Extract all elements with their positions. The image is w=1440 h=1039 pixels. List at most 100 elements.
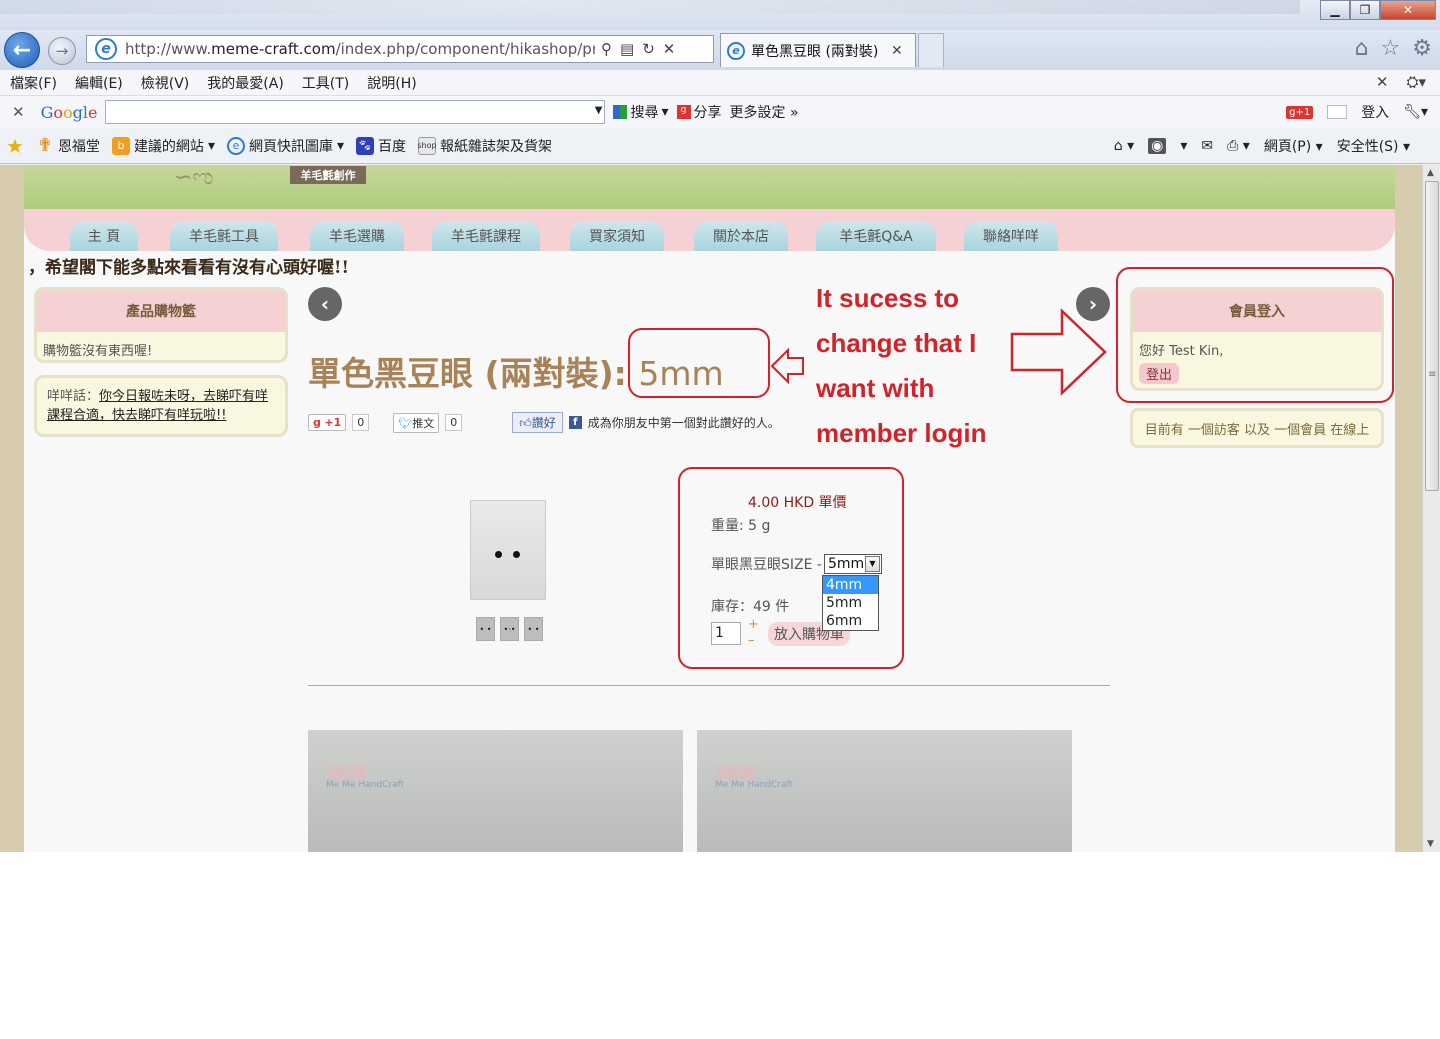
nav-courses[interactable]: 羊毛氈課程 xyxy=(432,221,540,251)
nav-buyer-info[interactable]: 買家須知 xyxy=(570,221,664,251)
vertical-scrollbar[interactable]: ▲ ≡ ▼ xyxy=(1422,165,1440,852)
tab-active[interactable]: e 單色黑豆眼 (兩對裝) ✕ xyxy=(720,33,916,67)
thumbs-up-icon: 👍︎ xyxy=(519,416,532,430)
menu-edit[interactable]: 編輯(E) xyxy=(75,73,123,93)
web-slice-icon: e xyxy=(226,136,245,155)
nav-home[interactable]: 主 頁 xyxy=(70,221,138,251)
size-option-5mm[interactable]: 5mm xyxy=(823,594,878,612)
thumbnail-2[interactable]: •·• xyxy=(500,617,519,641)
thumbnail-3[interactable]: • • xyxy=(524,617,543,641)
close-menubar-icon[interactable]: ✕ xyxy=(1376,73,1389,91)
tab-title: 單色黑豆眼 (兩對裝) xyxy=(751,43,879,60)
forward-button[interactable]: → xyxy=(48,37,76,65)
nav-contact[interactable]: 聯絡咩咩 xyxy=(964,221,1058,251)
product-thumbnails: • • •·• • • xyxy=(476,617,543,641)
browser-window: ▁ ❐ ✕ ← → e http://www.meme-craft.com/in… xyxy=(0,0,1440,852)
scroll-up-icon[interactable]: ▲ xyxy=(1427,168,1434,178)
translate-icon[interactable]: ⛭▾ xyxy=(1406,73,1426,91)
product-main-image[interactable] xyxy=(470,500,546,600)
shop-icon: shop xyxy=(417,136,437,155)
home-icon[interactable]: ⌂ ▾ xyxy=(1114,138,1134,154)
twitter-bird-icon: 🐦︎ xyxy=(398,416,413,430)
nav-about[interactable]: 關於本店 xyxy=(694,221,788,251)
google-signin-link[interactable]: 登入 xyxy=(1361,102,1389,122)
compat-view-icon[interactable]: ▤ xyxy=(620,40,634,58)
cross-icon: ✟ xyxy=(37,135,53,156)
annotation-box-title-size xyxy=(628,328,770,398)
stop-icon[interactable]: ✕ xyxy=(663,40,676,58)
size-option-6mm[interactable]: 6mm xyxy=(823,612,878,630)
scrollbar-thumb[interactable] xyxy=(1425,181,1439,491)
gplus-icon: g xyxy=(676,105,691,119)
annotation-box-member xyxy=(1116,267,1394,403)
wrench-icon[interactable]: 🔧︎▾ xyxy=(1403,104,1428,120)
product-photo-2[interactable]: 咩咩 Me Me HandCraft xyxy=(697,730,1072,852)
menu-favorites[interactable]: 我的最愛(A) xyxy=(207,73,284,93)
social-buttons: g +1 0 🐦︎推文 0 👍︎讚好 f 成為你朋友中第一個對此讚好的人。 xyxy=(308,412,780,433)
right-arrow-icon xyxy=(1010,308,1107,396)
menu-tools[interactable]: 工具(T) xyxy=(302,73,349,93)
google-search-button[interactable]: 搜尋 ▾ xyxy=(613,102,669,122)
marquee-slogan: ，希望閣下能多點來看看有沒有心頭好喔!! xyxy=(28,258,349,278)
close-tab-icon[interactable]: ✕ xyxy=(891,43,903,59)
search-icon[interactable]: ⚲ xyxy=(601,40,612,58)
cart-empty-text: 購物籃沒有東西喔! xyxy=(43,344,153,359)
fb-like-text: 成為你朋友中第一個對此讚好的人。 xyxy=(587,416,780,430)
chevron-down-icon[interactable]: ▼ xyxy=(595,105,603,116)
google-search-input[interactable]: ▼ xyxy=(105,100,606,124)
fav-item-3[interactable]: 🐾︎ 百度 xyxy=(356,136,406,156)
gplus-count: 0 xyxy=(352,414,370,431)
google-search-icon xyxy=(613,105,628,119)
safety-menu[interactable]: 安全性(S) ▾ xyxy=(1337,136,1410,156)
product-photo-1[interactable]: 咩咩 Me Me HandCraft xyxy=(308,730,683,852)
ie-icon: e xyxy=(727,41,745,60)
baidu-icon: 🐾︎ xyxy=(356,136,374,155)
size-dropdown-list: 4mm 5mm 6mm xyxy=(822,575,879,631)
new-tab-button[interactable] xyxy=(918,33,944,67)
maximize-button[interactable]: ❐ xyxy=(1350,0,1380,20)
close-toolbar-icon[interactable]: ✕ xyxy=(12,103,25,121)
scroll-down-icon[interactable]: ▼ xyxy=(1427,839,1434,849)
logo-tag: 羊毛氈創作 xyxy=(290,166,366,184)
online-users-text: 目前有 一個訪客 以及 一個會員 在線上 xyxy=(1130,408,1384,448)
google-share-button[interactable]: g 分享 xyxy=(676,102,722,122)
favorites-star-icon[interactable]: ★ xyxy=(6,134,24,158)
gplus-button[interactable]: g +1 xyxy=(308,414,347,431)
nav-tools[interactable]: 羊毛氈工具 xyxy=(170,221,278,251)
nav-wool[interactable]: 羊毛選購 xyxy=(310,221,404,251)
tweet-button[interactable]: 🐦︎推文 xyxy=(393,412,440,433)
gplus-badge-icon[interactable]: g+1 xyxy=(1286,105,1314,119)
address-url[interactable]: http://www.meme-craft.com/index.php/comp… xyxy=(125,40,595,58)
star-icon[interactable]: ☆ xyxy=(1381,36,1401,61)
menu-view[interactable]: 檢視(V) xyxy=(141,73,190,93)
home-icon[interactable]: ⌂ xyxy=(1355,36,1369,61)
print-icon[interactable]: ⎙ ▾ xyxy=(1227,138,1250,154)
close-window-button[interactable]: ✕ xyxy=(1380,0,1436,20)
fb-like-button[interactable]: 👍︎讚好 xyxy=(512,412,563,433)
address-bar[interactable]: e http://www.meme-craft.com/index.php/co… xyxy=(86,35,714,63)
menu-file[interactable]: 檔案(F) xyxy=(10,73,57,93)
annotation-text: It sucess to change that I want with mem… xyxy=(816,283,987,448)
refresh-icon[interactable]: ↻ xyxy=(642,40,655,58)
back-button[interactable]: ← xyxy=(4,32,40,68)
google-more-button[interactable]: 更多設定 » xyxy=(730,102,799,122)
size-option-4mm[interactable]: 4mm xyxy=(823,576,878,594)
suggested-sites-icon: b xyxy=(111,136,130,155)
fav-item-1[interactable]: b 建議的網站 ▾ xyxy=(111,136,215,156)
thumbnail-1[interactable]: • • xyxy=(476,617,495,641)
gear-icon[interactable]: ⚙ xyxy=(1412,36,1432,61)
minimize-button[interactable]: ▁ xyxy=(1320,0,1350,20)
cart-title: 產品購物籃 xyxy=(37,290,285,332)
fav-item-0[interactable]: ✟ 恩福堂 xyxy=(36,135,100,156)
mail-icon[interactable]: ✉ xyxy=(1201,138,1213,154)
fav-item-2[interactable]: e 網頁快訊圖庫 ▾ xyxy=(226,136,344,156)
page-menu[interactable]: 網頁(P) ▾ xyxy=(1264,136,1323,156)
fav-item-4[interactable]: shop 報紙雜誌架及貨架 xyxy=(417,136,552,156)
main-nav: 主 頁 羊毛氈工具 羊毛選購 羊毛氈課程 買家須知 關於本店 羊毛氈Q&A 聯絡… xyxy=(24,209,1395,251)
prev-product-button[interactable]: ‹ xyxy=(308,287,342,321)
rss-icon[interactable]: ◉ xyxy=(1148,138,1167,154)
menu-help[interactable]: 說明(H) xyxy=(367,73,416,93)
annotation-box-options xyxy=(678,467,904,669)
site-header: ∽ಌ 羊毛氈創作 xyxy=(24,165,1395,209)
nav-qa[interactable]: 羊毛氈Q&A xyxy=(816,221,936,251)
